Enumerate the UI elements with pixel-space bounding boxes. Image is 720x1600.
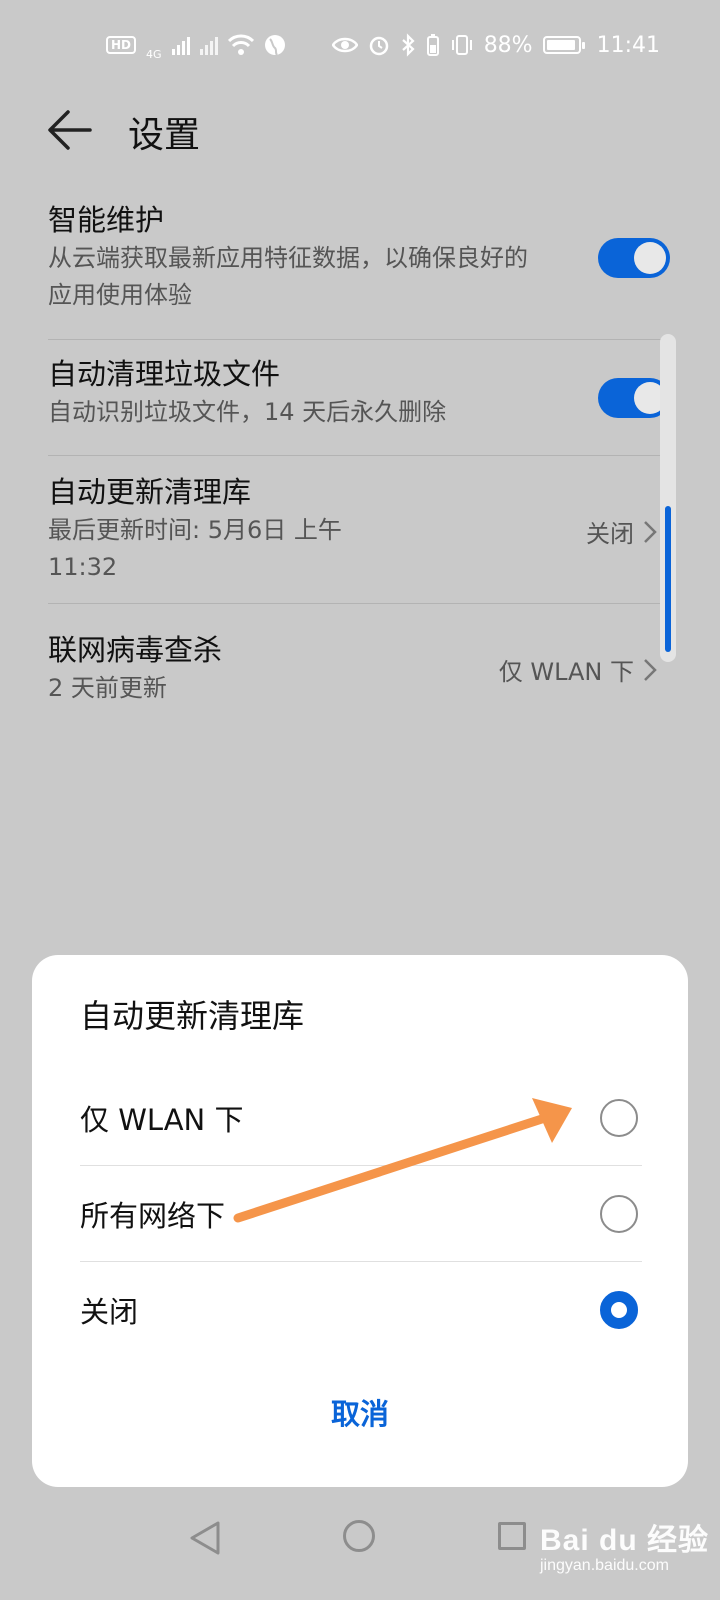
option-label: 所有网络下 <box>80 1198 226 1233</box>
setting-title: 自动清理垃圾文件 <box>48 357 281 391</box>
network-type: 4G <box>146 47 162 61</box>
battery-percent: 88% <box>483 32 533 58</box>
clock: 11:41 <box>596 32 660 58</box>
signal-icon <box>171 35 190 55</box>
option-wlan-only[interactable]: 仅 WLAN 下 <box>80 1070 642 1166</box>
chevron-right-icon <box>644 658 657 681</box>
smart-maintenance-toggle[interactable] <box>598 238 670 278</box>
page-title: 设置 <box>128 115 201 156</box>
battery-saver-icon <box>426 34 439 56</box>
radio-all-networks[interactable] <box>600 1194 638 1233</box>
watermark-url: jingyan.baidu.com <box>540 1557 669 1574</box>
radio-wlan-only[interactable] <box>600 1098 638 1137</box>
setting-value-group: 仅 WLAN 下 <box>499 652 658 687</box>
settings-list: 智能维护 从云端获取最新应用特征数据，以确保良好的应用使用体验 自动清理垃圾文件… <box>48 190 670 724</box>
radio-off[interactable] <box>600 1291 638 1329</box>
option-label: 关闭 <box>80 1295 139 1329</box>
setting-subtitle: 从云端获取最新应用特征数据，以确保良好的应用使用体验 <box>48 244 528 309</box>
status-left: HD 4G <box>106 31 286 60</box>
status-right: 88% 11:41 <box>331 32 660 58</box>
setting-auto-clean[interactable]: 自动清理垃圾文件 自动识别垃圾文件，14 天后永久删除 <box>48 340 670 456</box>
back-arrow-icon[interactable] <box>46 108 94 152</box>
setting-subtitle: 自动识别垃圾文件，14 天后永久删除 <box>48 398 447 426</box>
setting-title: 自动更新清理库 <box>48 475 252 509</box>
setting-smart-maintenance[interactable]: 智能维护 从云端获取最新应用特征数据，以确保良好的应用使用体验 <box>48 190 670 340</box>
globe-icon <box>264 35 285 56</box>
status-bar: HD 4G 88% 11:41 <box>0 0 720 90</box>
hd-badge: HD <box>106 36 137 54</box>
nav-home-icon[interactable] <box>343 1520 375 1552</box>
setting-auto-update-library[interactable]: 自动更新清理库 最后更新时间: 5月6日 上午 11:32 关闭 <box>48 456 670 604</box>
app-header: 设置 <box>0 90 720 170</box>
option-label: 仅 WLAN 下 <box>80 1102 244 1137</box>
bluetooth-icon <box>401 33 415 57</box>
setting-value: 仅 WLAN 下 <box>498 658 634 686</box>
scrollbar-thumb[interactable] <box>665 506 671 652</box>
cancel-button[interactable]: 取消 <box>32 1391 688 1433</box>
dialog-title: 自动更新清理库 <box>80 997 305 1035</box>
nav-recent-apps-icon[interactable] <box>498 1522 526 1550</box>
alarm-icon <box>369 36 388 56</box>
nav-back-icon[interactable] <box>188 1520 222 1556</box>
baidu-jingyan-watermark: Bai du 经验 jingyan.baidu.com <box>540 1515 709 1575</box>
signal-2-icon <box>199 35 218 55</box>
wifi-icon <box>227 34 254 55</box>
scrollbar[interactable] <box>660 334 676 662</box>
setting-value: 关闭 <box>586 520 634 548</box>
option-off[interactable]: 关闭 <box>80 1262 642 1358</box>
vibrate-icon <box>451 35 472 55</box>
auto-update-dialog: 自动更新清理库 仅 WLAN 下 所有网络下 关闭 取消 <box>32 955 688 1487</box>
setting-subtitle: 最后更新时间: 5月6日 上午 11:32 <box>48 516 342 581</box>
watermark-main: Bai du 经验 <box>540 1524 710 1557</box>
option-all-networks[interactable]: 所有网络下 <box>80 1166 642 1262</box>
chevron-right-icon <box>644 520 657 543</box>
battery-icon <box>542 36 585 54</box>
eye-icon <box>331 37 358 53</box>
setting-online-virus-scan[interactable]: 联网病毒查杀 2 天前更新 仅 WLAN 下 <box>48 604 670 724</box>
setting-title: 智能维护 <box>48 203 165 237</box>
setting-value-group: 关闭 <box>586 514 658 549</box>
